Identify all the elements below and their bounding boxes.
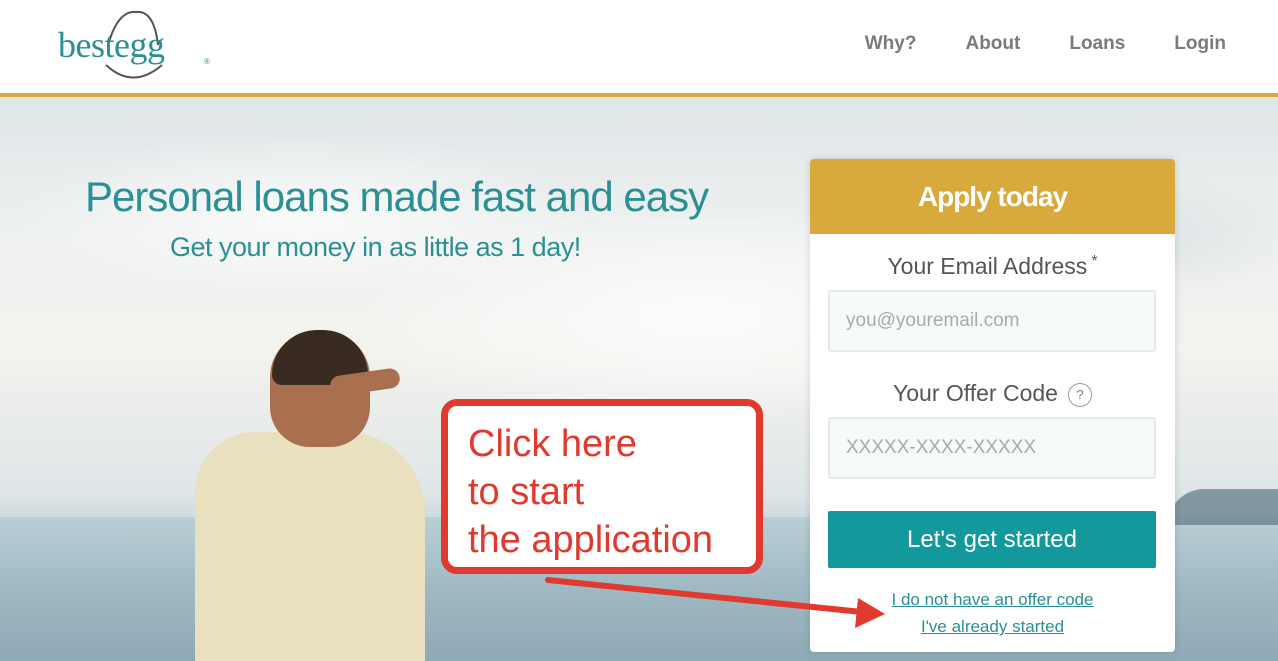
annotation-arrow-icon <box>545 577 885 628</box>
